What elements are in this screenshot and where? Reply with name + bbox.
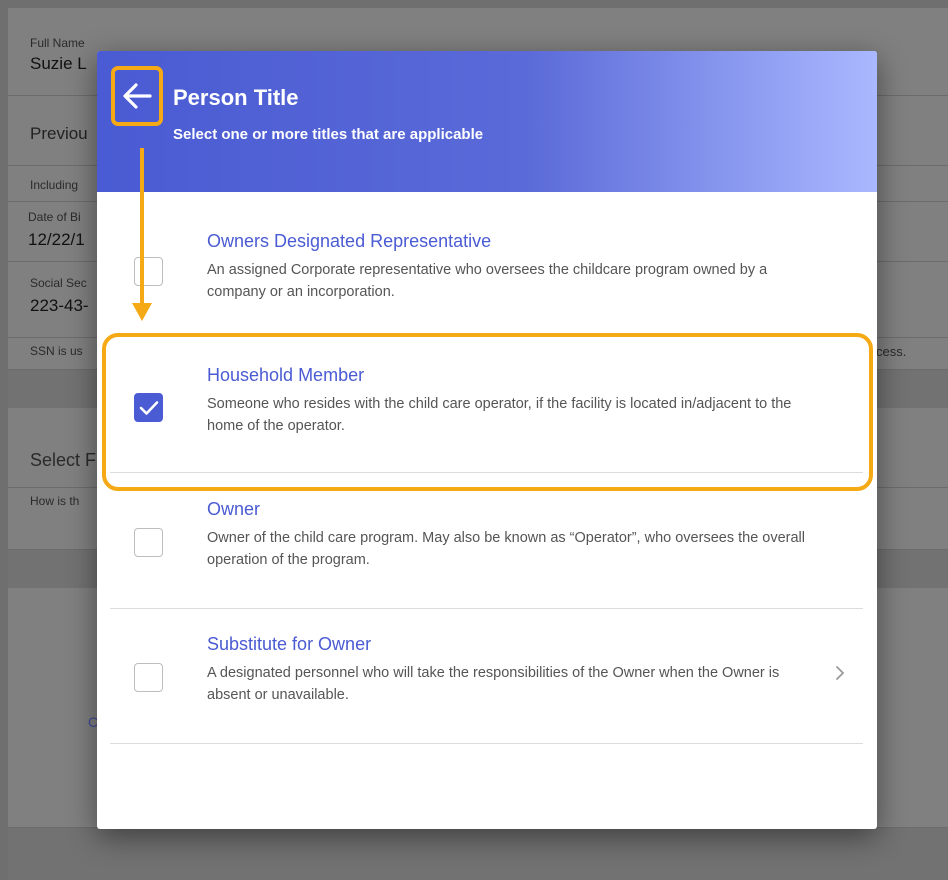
ssn-note-left: SSN is us: [30, 344, 83, 358]
option-description: Owner of the child care program. May als…: [207, 530, 805, 568]
divider: [110, 608, 863, 609]
including-text: Including: [30, 178, 79, 192]
ssn-label: Social Sec: [30, 276, 87, 290]
divider: [110, 743, 863, 744]
bottom-band: [8, 828, 948, 880]
previous-label: Previou: [30, 124, 88, 143]
option-description: A designated personnel who will take the…: [207, 665, 780, 703]
modal-title: Person Title: [173, 85, 299, 110]
modal-header: Person Title Select one or more titles t…: [97, 51, 877, 192]
how-text: How is th: [30, 494, 80, 508]
annotation-highlight-household-member: [102, 333, 873, 491]
checkbox-owner[interactable]: [134, 528, 163, 557]
dob-value: 12/22/1: [28, 230, 85, 249]
option-owners-designated-representative[interactable]: Owners Designated Representative An assi…: [110, 211, 863, 326]
dob-label: Date of Bi: [28, 210, 81, 224]
annotation-arrow-line: [140, 148, 144, 308]
modal-subtitle: Select one or more titles that are appli…: [173, 126, 484, 143]
option-description: An assigned Corporate representative who…: [207, 262, 768, 300]
full-name-value: Suzie L: [30, 54, 87, 73]
option-substitute-for-owner[interactable]: Substitute for Owner A designated person…: [110, 626, 863, 741]
option-title: Owners Designated Representative: [207, 231, 492, 251]
select-label: Select F: [30, 450, 97, 470]
option-title: Substitute for Owner: [207, 634, 372, 654]
arrow-left-icon: [123, 83, 152, 109]
option-owner[interactable]: Owner Owner of the child care program. M…: [110, 491, 863, 606]
chevron-right-icon[interactable]: [834, 664, 846, 688]
annotation-arrow-head: [132, 303, 152, 321]
ssn-value: 223-43-: [30, 296, 89, 315]
ssn-note-right: cess.: [876, 344, 907, 359]
full-name-label: Full Name: [30, 36, 85, 50]
checkbox-owners-designated-representative[interactable]: [134, 257, 163, 286]
option-title: Owner: [207, 499, 261, 519]
back-button[interactable]: [111, 66, 163, 126]
checkbox-substitute-for-owner[interactable]: [134, 663, 163, 692]
